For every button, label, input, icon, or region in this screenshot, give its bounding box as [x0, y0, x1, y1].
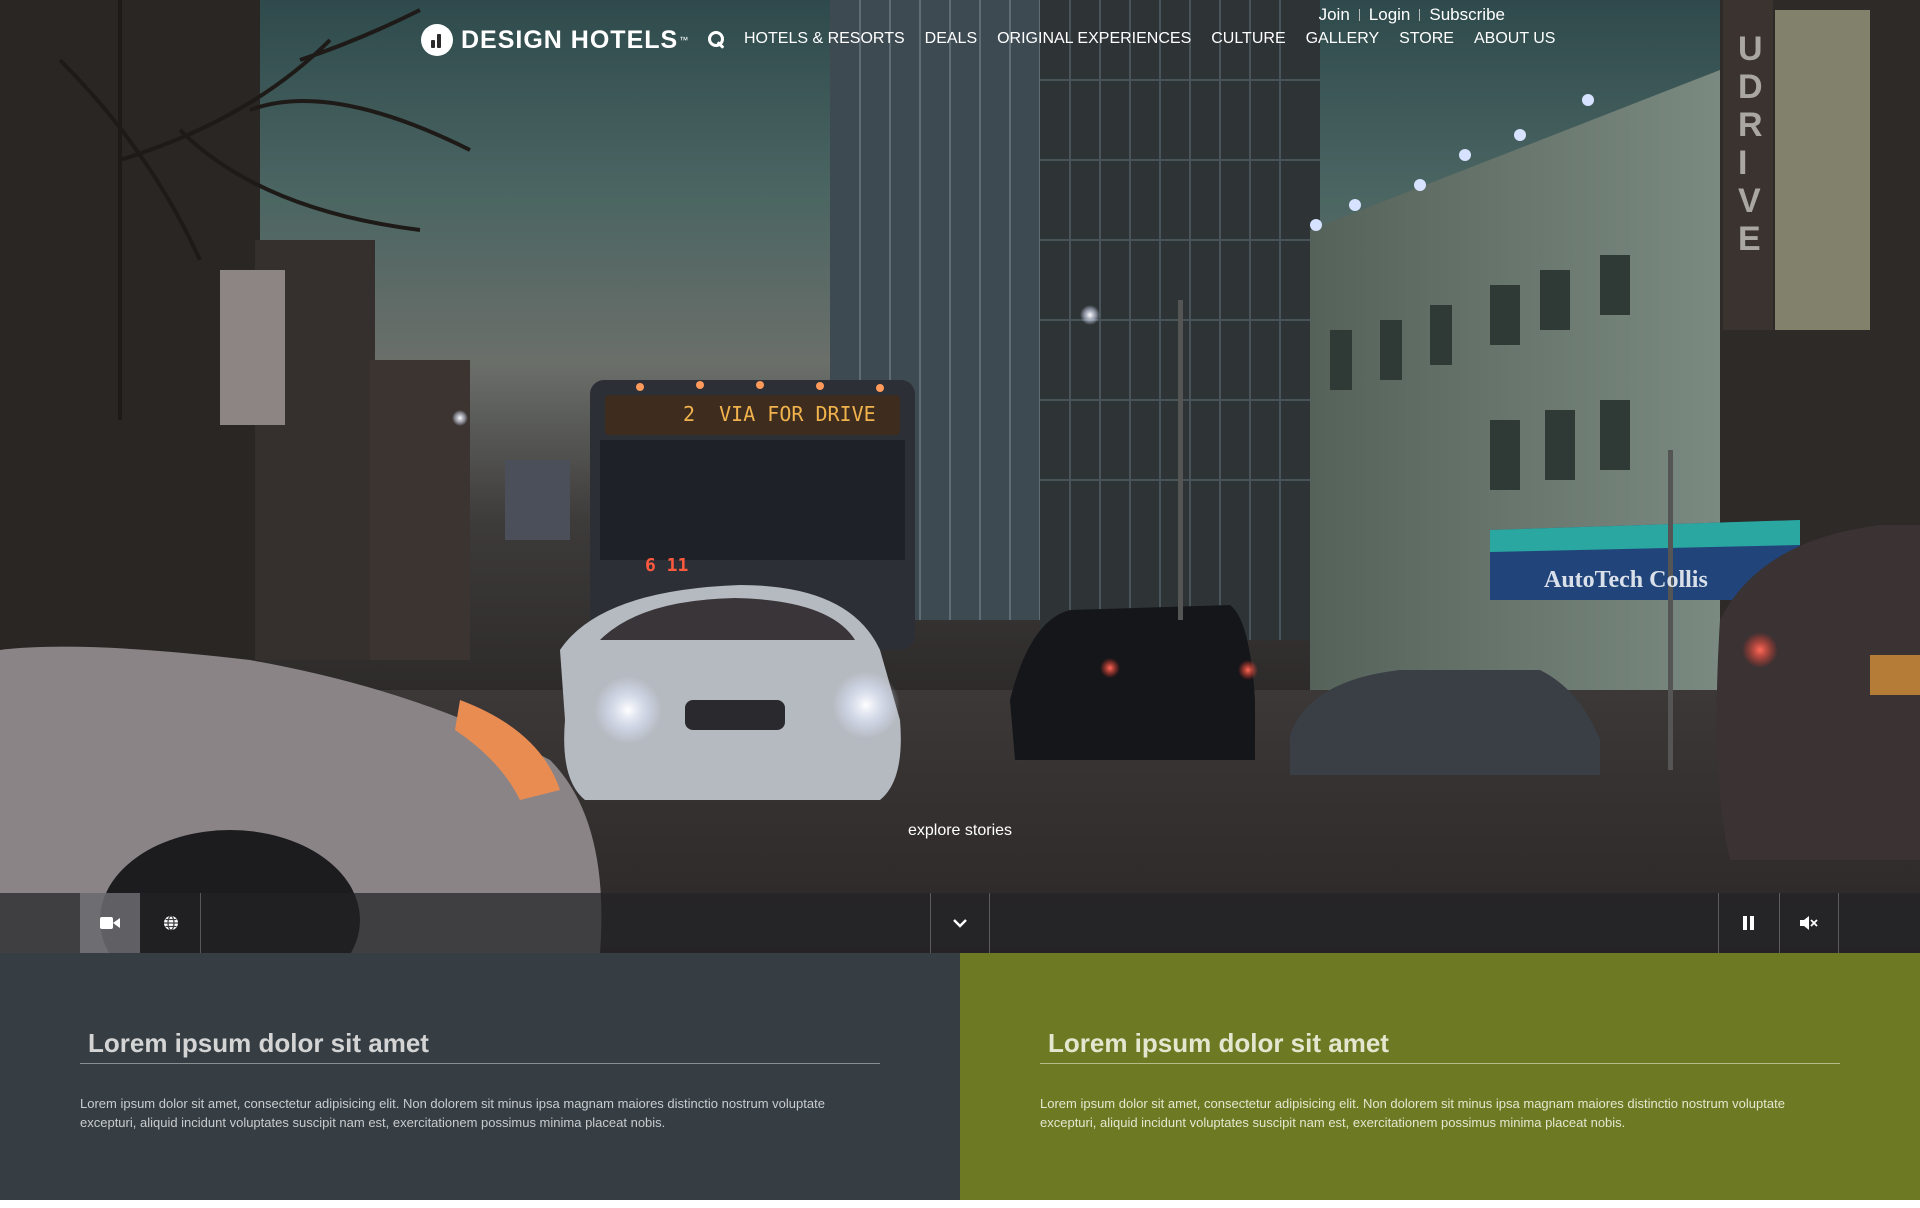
video-camera-icon: [100, 917, 120, 929]
storefront-sign: AutoTech Collis: [1544, 567, 1708, 593]
login-link[interactable]: Login: [1369, 5, 1411, 25]
nav-hotels-resorts[interactable]: HOTELS & RESORTS: [744, 30, 905, 48]
utility-separator: [1358, 9, 1360, 21]
brand-name: DESIGN HOTELS: [461, 25, 679, 54]
mute-button[interactable]: [1779, 893, 1839, 953]
search-icon[interactable]: [706, 29, 726, 49]
card-title: Lorem ipsum dolor sit amet: [88, 1028, 429, 1058]
hero-background-video: [0, 0, 1920, 953]
logo-mark-icon: [421, 24, 453, 56]
nav-culture[interactable]: CULTURE: [1211, 30, 1285, 48]
card-divider: [80, 1063, 880, 1064]
card-body: Lorem ipsum dolor sit amet, consectetur …: [80, 1096, 825, 1130]
explore-stories-link[interactable]: explore stories: [0, 822, 1920, 840]
pause-button[interactable]: [1718, 893, 1778, 953]
card-divider: [1040, 1063, 1840, 1064]
nav-store[interactable]: STORE: [1399, 30, 1454, 48]
brand-logo[interactable]: DESIGN HOTELS ™: [421, 24, 688, 56]
utility-nav: Join Login Subscribe: [1319, 4, 1505, 26]
join-link[interactable]: Join: [1319, 5, 1350, 25]
bus-number: 6 11: [645, 555, 689, 576]
nav-about-us[interactable]: ABOUT US: [1474, 30, 1556, 48]
chevron-down-icon: [953, 918, 967, 928]
card-body: Lorem ipsum dolor sit amet, consectetur …: [1040, 1096, 1785, 1130]
hero-video: 2 VIA FOR DRIVE 6 11 AutoTech Collis UDR…: [0, 0, 1920, 953]
site-header: DESIGN HOTELS ™ Join Login Subscribe HOT…: [0, 0, 1920, 70]
feature-card-right: Lorem ipsum dolor sit amet Lorem ipsum d…: [960, 953, 1920, 1200]
brand-trademark: ™: [679, 35, 689, 45]
mute-icon: [1800, 916, 1818, 930]
globe-toggle-button[interactable]: [141, 893, 201, 953]
pause-icon: [1742, 916, 1754, 930]
main-nav: HOTELS & RESORTS DEALS ORIGINAL EXPERIEN…: [706, 27, 1555, 51]
card-title: Lorem ipsum dolor sit amet: [1048, 1028, 1389, 1058]
video-toggle-button[interactable]: [80, 893, 140, 953]
scroll-down-button[interactable]: [930, 893, 990, 953]
nav-original-experiences[interactable]: ORIGINAL EXPERIENCES: [997, 30, 1191, 48]
globe-icon: [163, 915, 178, 931]
utility-separator: [1419, 9, 1421, 21]
nav-deals[interactable]: DEALS: [925, 30, 977, 48]
bus-destination-sign: 2 VIA FOR DRIVE: [683, 402, 876, 426]
video-control-bar: [0, 893, 1920, 953]
nav-gallery[interactable]: GALLERY: [1306, 30, 1380, 48]
feature-card-left: Lorem ipsum dolor sit amet Lorem ipsum d…: [0, 953, 960, 1200]
subscribe-link[interactable]: Subscribe: [1429, 5, 1505, 25]
